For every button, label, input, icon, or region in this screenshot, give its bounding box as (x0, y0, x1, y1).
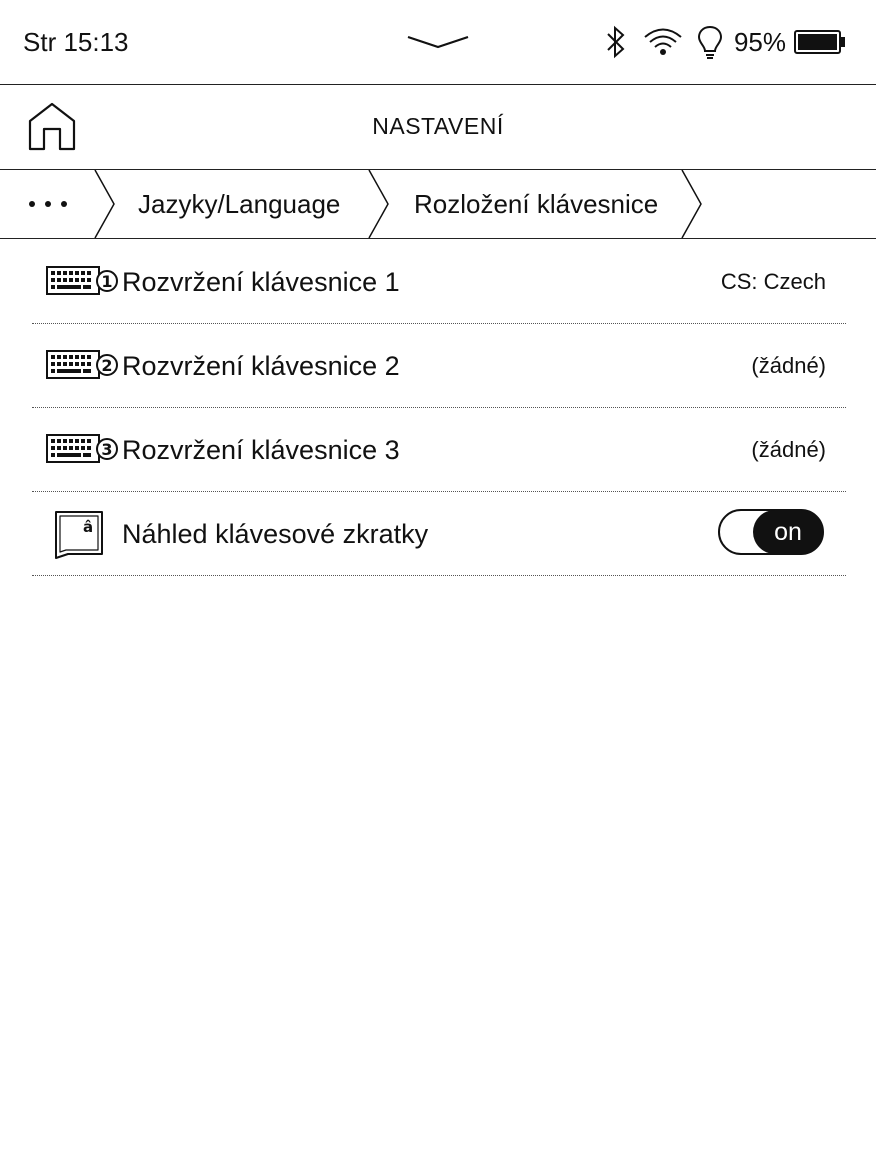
svg-text:3: 3 (101, 440, 112, 459)
setting-label: Rozvržení klávesnice 2 (122, 351, 400, 381)
frontlight-icon[interactable] (696, 24, 724, 60)
keyboard-1-icon: 1 (46, 266, 118, 295)
key-preview-icon: â (55, 511, 103, 559)
page-title: NASTAVENÍ (372, 113, 504, 139)
status-icons: 95% (604, 22, 846, 62)
battery-percent: 95% (733, 26, 786, 57)
setting-row-keyboard-layout-3[interactable]: 3 Rozvržení klávesnice 3 (žádné) (32, 408, 846, 492)
setting-row-keyboard-layout-1[interactable]: 1 Rozvržení klávesnice 1 CS: Czech (32, 240, 846, 324)
breadcrumb-separator-icon (94, 170, 115, 238)
setting-value: (žádné) (751, 437, 826, 462)
setting-row-keyboard-layout-2[interactable]: 2 Rozvržení klávesnice 2 (žádné) (32, 324, 846, 408)
settings-list: 1 Rozvržení klávesnice 1 CS: Czech 2 Roz… (32, 240, 846, 576)
setting-row-key-preview[interactable]: â Náhled klávesové zkratky on (32, 492, 846, 576)
more-dots-icon[interactable] (26, 196, 70, 212)
bluetooth-icon[interactable] (604, 24, 628, 60)
key-preview-toggle[interactable]: on (718, 509, 824, 555)
status-bar: Str 15:13 95% (0, 0, 876, 85)
keyboard-3-icon: 3 (46, 434, 118, 463)
breadcrumb: Jazyky/Language Rozložení klávesnice (0, 170, 876, 239)
breadcrumb-separator-icon (681, 170, 702, 238)
pulldown-chevron-icon[interactable] (406, 34, 470, 50)
setting-label: Náhled klávesové zkratky (122, 519, 429, 549)
setting-value: CS: Czech (720, 269, 826, 294)
status-time: Str 15:13 (23, 27, 129, 57)
setting-label: Rozvržení klávesnice 1 (122, 267, 400, 297)
header: NASTAVENÍ (0, 85, 876, 170)
toggle-state: on (753, 510, 823, 554)
setting-label: Rozvržení klávesnice 3 (122, 435, 400, 465)
battery-icon (794, 30, 845, 54)
breadcrumb-item-keyboard-layout[interactable]: Rozložení klávesnice (414, 170, 658, 238)
setting-value: (žádné) (751, 353, 826, 378)
breadcrumb-separator-icon (368, 170, 389, 238)
keyboard-2-icon: 2 (46, 350, 118, 379)
svg-text:2: 2 (101, 356, 112, 375)
breadcrumb-item-languages[interactable]: Jazyky/Language (138, 170, 340, 238)
wifi-icon[interactable] (642, 26, 684, 58)
svg-text:â: â (83, 518, 93, 536)
svg-text:1: 1 (101, 272, 112, 291)
